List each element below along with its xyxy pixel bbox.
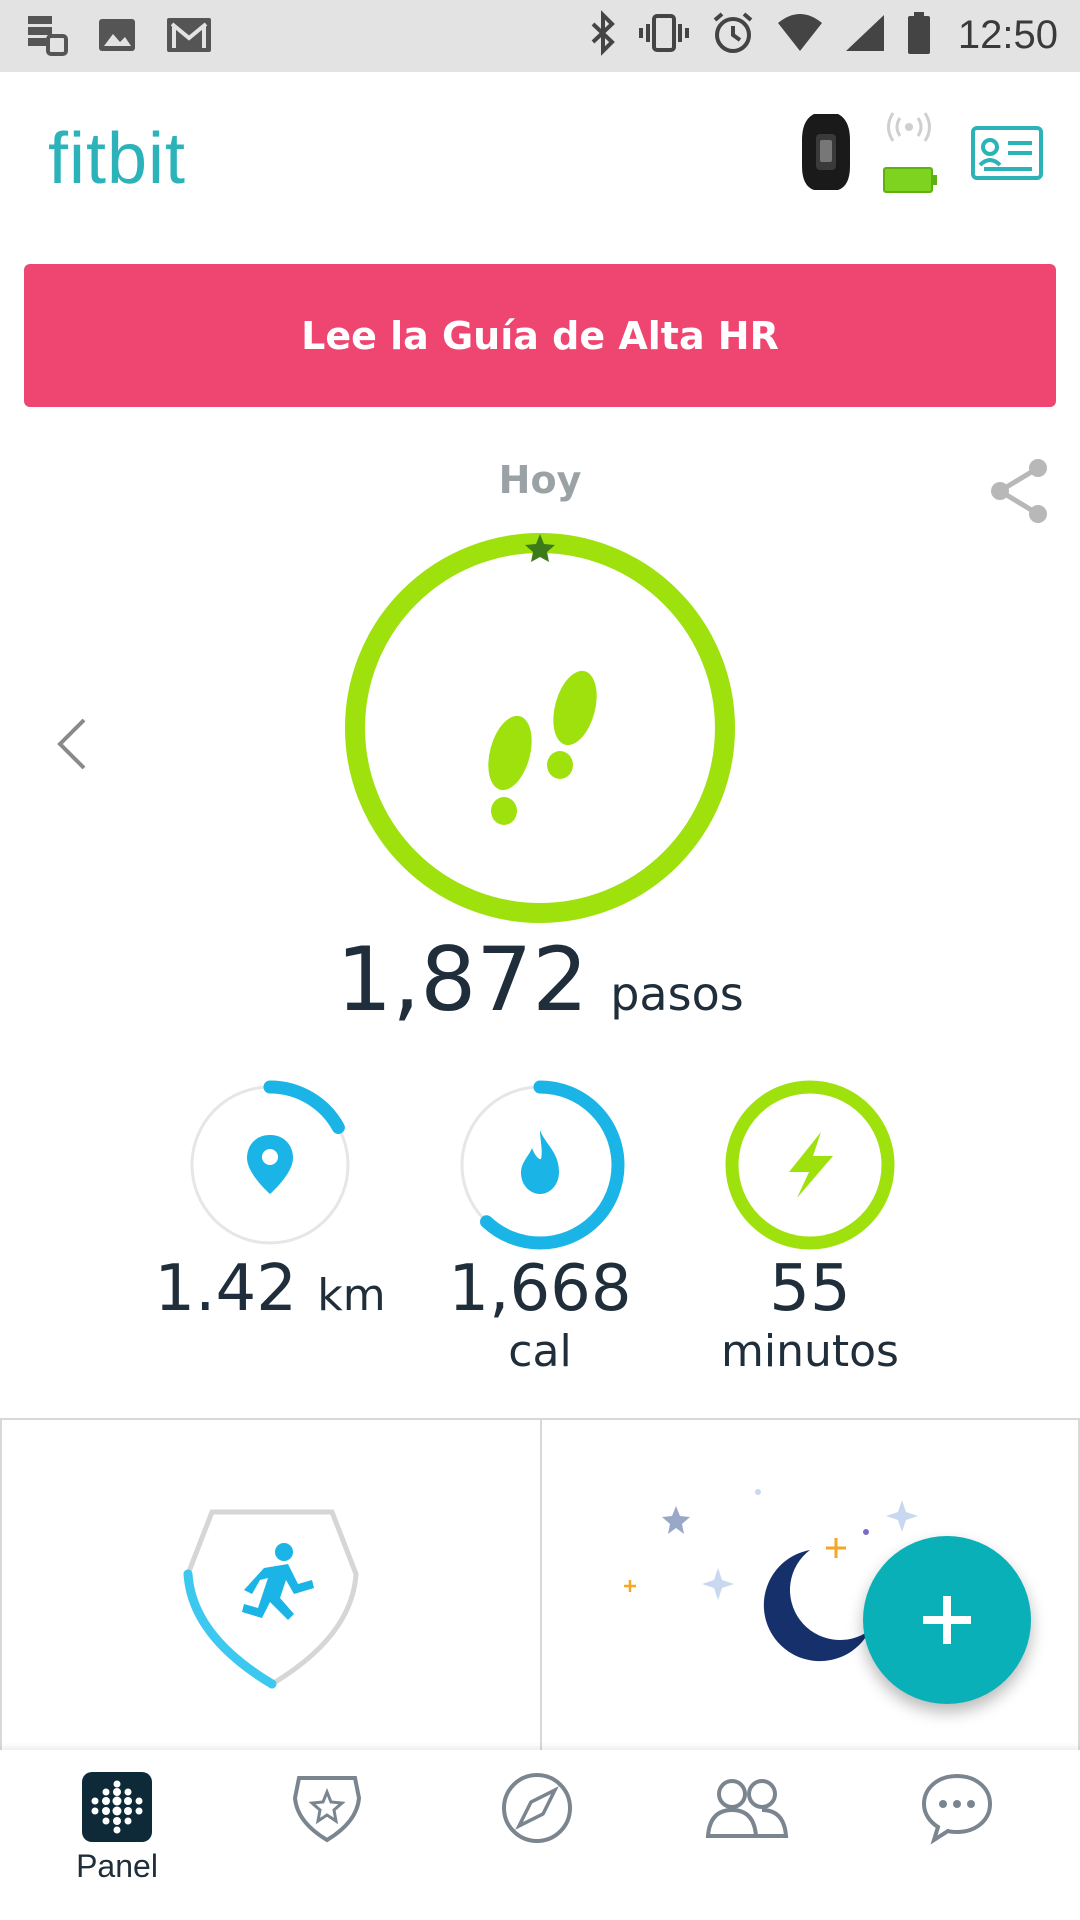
nav-item-messages[interactable] (897, 1770, 1017, 1846)
steps-summary: 1,872 pasos (0, 928, 1080, 1031)
add-entry-button[interactable] (863, 1536, 1031, 1704)
steps-unit: pasos (610, 967, 744, 1021)
star-shield-icon (292, 1776, 362, 1843)
fitbit-logo: fitbit (48, 119, 187, 199)
distance-unit: km (317, 1270, 386, 1321)
sync-signal-icon (886, 110, 932, 148)
status-bar: 12:50 (0, 0, 1080, 72)
footprints-icon (488, 670, 597, 825)
fitbit-dots-icon (82, 1772, 152, 1842)
location-pin-icon (247, 1135, 293, 1194)
distance-value: 1.42 (154, 1252, 297, 1326)
distance-stat[interactable]: 1.42 km (140, 1080, 400, 1331)
previous-day-arrow-icon[interactable] (52, 714, 92, 778)
exercise-tile[interactable] (0, 1420, 542, 1750)
gmail-icon (164, 14, 214, 60)
status-time: 12:50 (957, 12, 1058, 57)
active-value: 55 (769, 1252, 851, 1326)
lightning-icon (789, 1132, 833, 1198)
flame-icon (521, 1130, 559, 1194)
calories-stat[interactable]: 1,668 cal (410, 1080, 670, 1380)
steps-ring[interactable] (340, 528, 740, 932)
runner-figure (242, 1543, 314, 1620)
calories-unit: cal (508, 1326, 572, 1377)
nav-label-panel: Panel (76, 1848, 158, 1884)
day-label: Hoy (498, 458, 582, 502)
device-battery-icon (882, 166, 938, 198)
active-minutes-stat[interactable]: 55 minutos (680, 1080, 940, 1380)
plus-icon (923, 1596, 971, 1644)
vibrate-icon (638, 10, 690, 60)
guide-banner-button[interactable]: Lee la Guía de Alta HR (24, 264, 1056, 407)
nav-item-panel[interactable]: Panel (57, 1770, 177, 1885)
account-card-icon[interactable] (970, 125, 1044, 185)
steps-progress-arc (345, 533, 735, 923)
active-unit: minutos (721, 1326, 899, 1377)
bottom-navigation: Panel (0, 1750, 1080, 1920)
friends-icon (705, 1779, 789, 1838)
signal-icon (844, 13, 886, 57)
nav-item-challenges[interactable] (267, 1770, 387, 1846)
alarm-icon (710, 10, 756, 60)
compass-icon (502, 1773, 572, 1843)
nav-item-community[interactable] (687, 1770, 807, 1846)
calories-value: 1,668 (448, 1252, 632, 1326)
image-icon (96, 14, 138, 60)
running-badge-icon (172, 1506, 372, 1710)
steps-value: 1,872 (336, 928, 589, 1031)
bluetooth-icon (588, 10, 618, 60)
notification-stack-icon (24, 12, 70, 62)
tracker-band-icon[interactable] (796, 110, 856, 198)
wifi-icon (776, 13, 824, 57)
battery-icon (906, 10, 932, 60)
share-icon[interactable] (988, 458, 1050, 528)
chat-bubble-icon (921, 1773, 993, 1845)
nav-item-discover[interactable] (477, 1770, 597, 1846)
